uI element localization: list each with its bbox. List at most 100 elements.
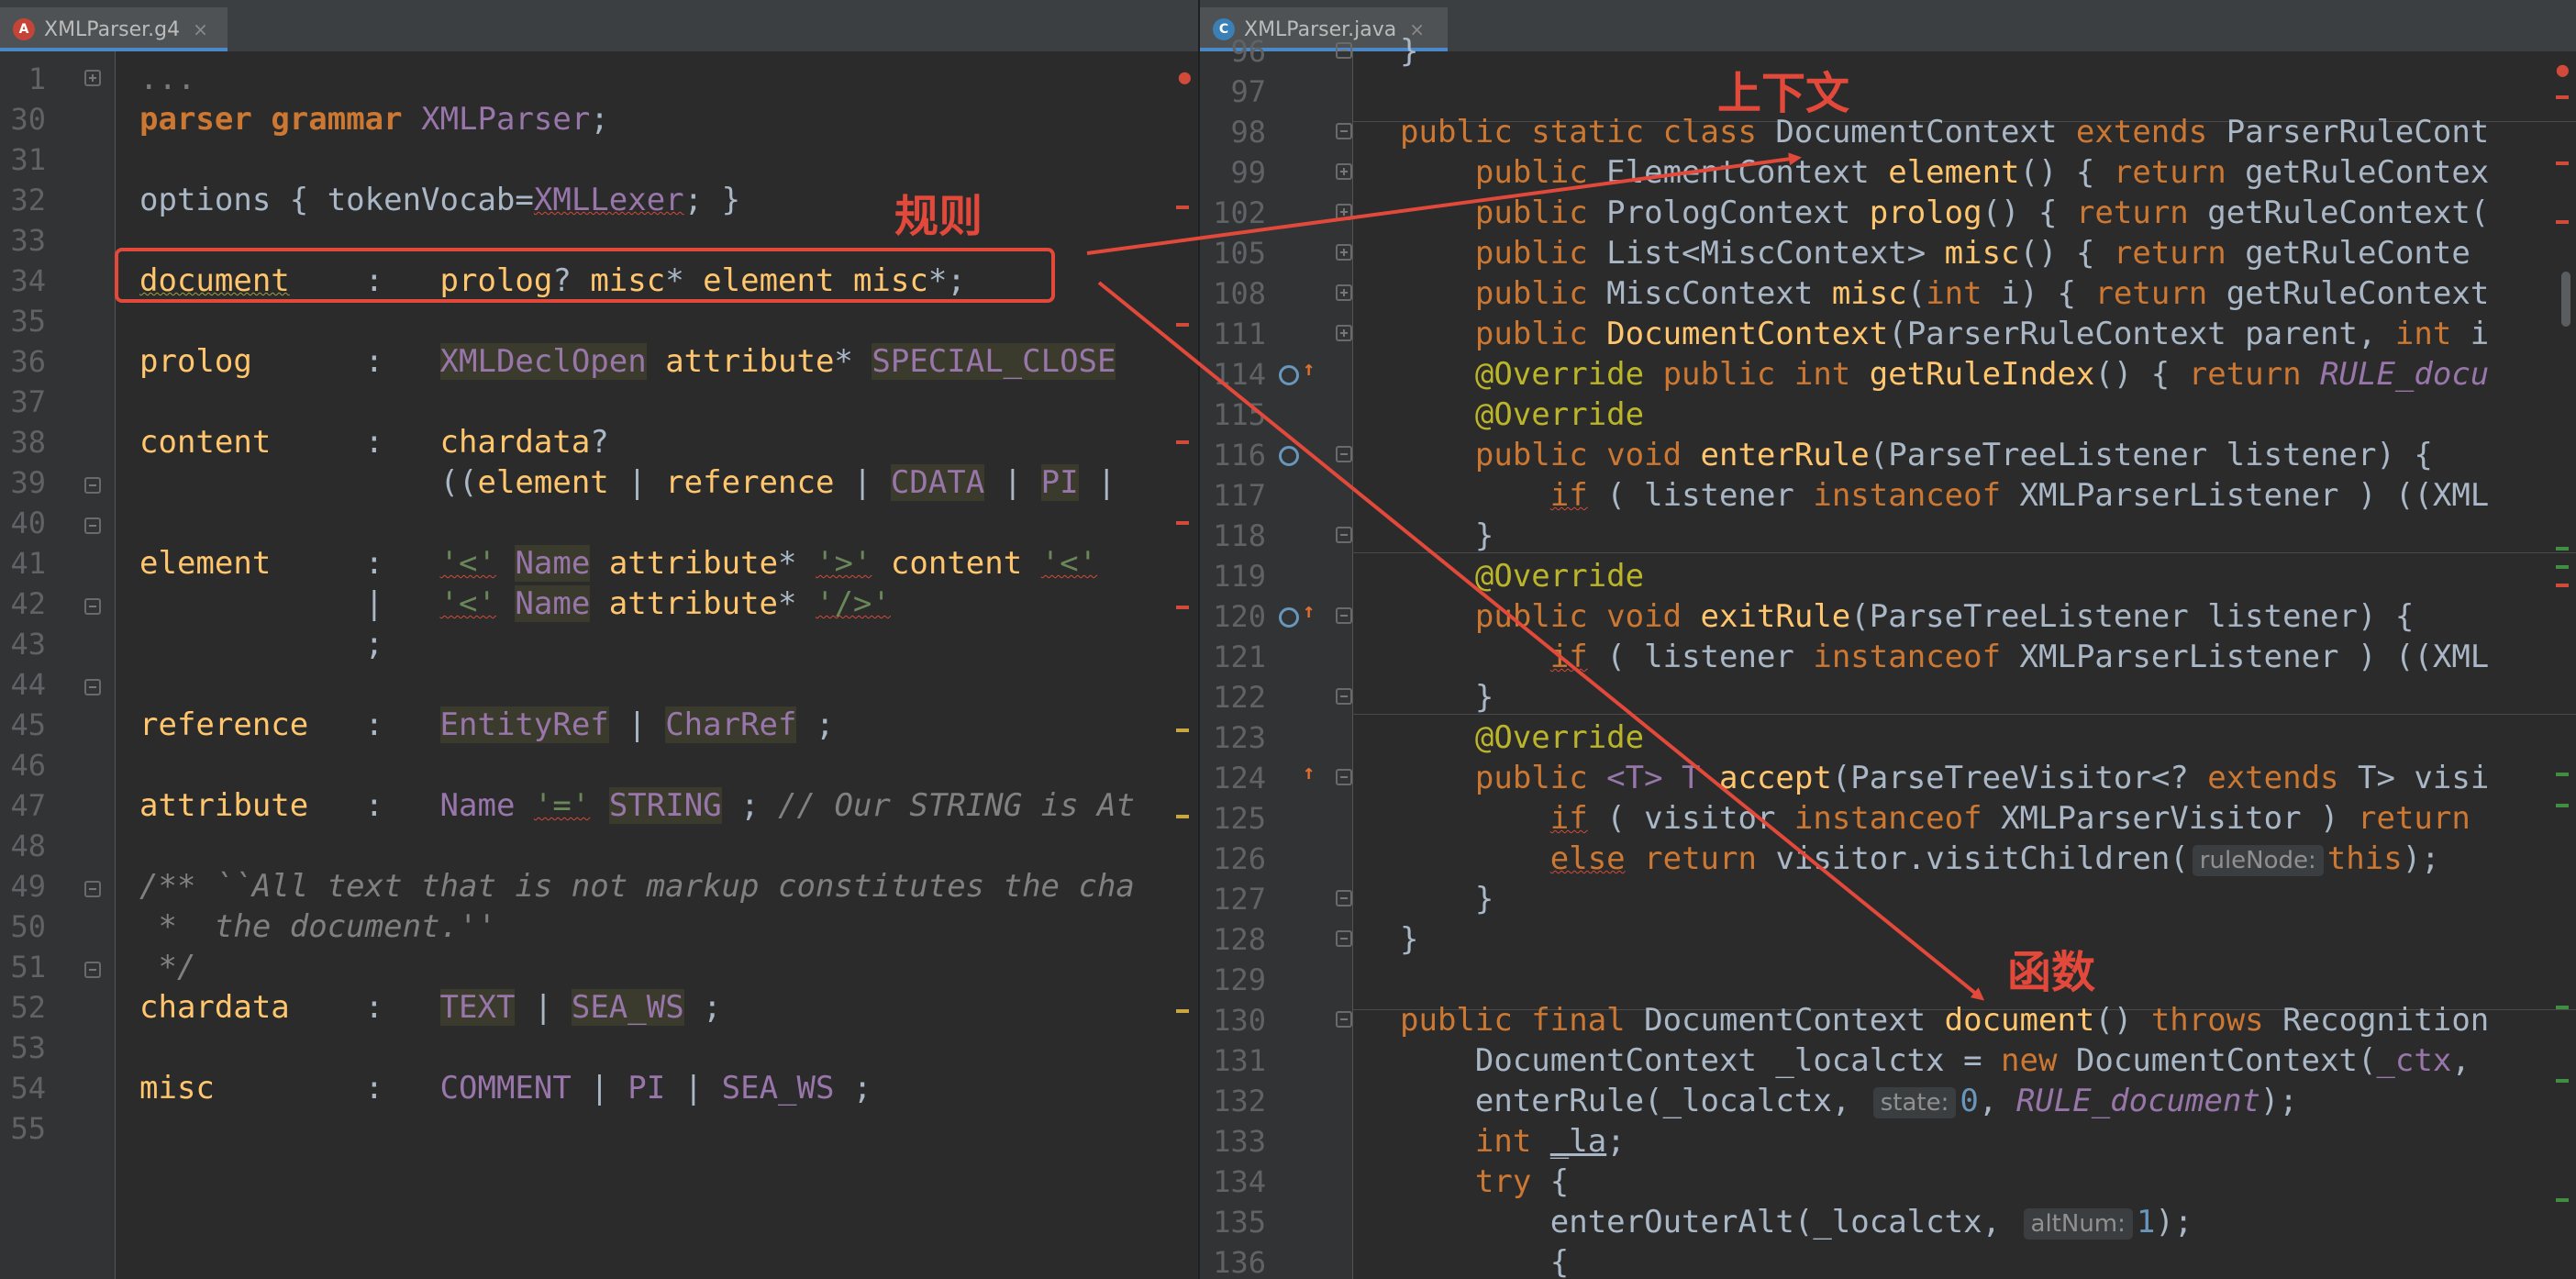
- punct: |: [834, 464, 891, 501]
- code-line-108: public MiscContext misc(int i) { return …: [1400, 273, 2489, 314]
- fold-end-icon[interactable]: [1336, 930, 1352, 947]
- error-stripe[interactable]: [2556, 220, 2569, 224]
- error-stripe[interactable]: [1176, 440, 1189, 444]
- code-line-39: ((element | reference | CDATA | PI |: [139, 462, 1116, 503]
- rule-name: attribute: [139, 787, 309, 824]
- line-number: 128: [1213, 922, 1266, 957]
- line-number: 124: [1213, 761, 1266, 795]
- line-number: 132: [1213, 1084, 1266, 1118]
- method-name: document: [1944, 1002, 2095, 1039]
- error-stripe[interactable]: [1176, 606, 1189, 609]
- right-editor-pane: C XMLParser.java × 96 97 98 99 102 105 1…: [1200, 7, 2576, 1279]
- close-icon[interactable]: ×: [193, 18, 208, 40]
- override-arrow-icon[interactable]: ↑: [1303, 762, 1315, 784]
- line-number: 105: [1213, 236, 1266, 271]
- error-stripe[interactable]: [2556, 95, 2569, 99]
- punct: ;: [139, 626, 384, 662]
- code-line-136: {: [1400, 1244, 1570, 1279]
- folded-region[interactable]: ...: [139, 61, 195, 97]
- line-number-gutter: 96 97 98 99 102 105 108 111 114 115 116 …: [1200, 34, 1353, 1279]
- code-line-102: public PrologContext prolog() { return g…: [1400, 193, 2489, 233]
- error-stripe[interactable]: [2556, 161, 2569, 165]
- java-editor[interactable]: 96 97 98 99 102 105 108 111 114 115 116 …: [1200, 33, 2576, 1279]
- fold-expand-icon[interactable]: [84, 70, 101, 86]
- constant: RULE_docu: [2320, 356, 2490, 393]
- keyword: return: [2075, 195, 2208, 231]
- code-line-49: /** ``All text that is not markup consti…: [139, 868, 1135, 905]
- fold-collapse-icon[interactable]: [1336, 1011, 1352, 1028]
- rule-ref: attribute: [608, 545, 779, 582]
- fold-expand-icon[interactable]: [1336, 204, 1352, 220]
- fold-end-icon[interactable]: [1336, 42, 1352, 59]
- change-stripe[interactable]: [2556, 1006, 2569, 1009]
- fold-collapse-icon[interactable]: [1336, 123, 1352, 139]
- method-name: exitRule: [1700, 598, 1851, 635]
- error-stripe[interactable]: [1176, 521, 1189, 525]
- token-ref: PI: [1040, 464, 1079, 501]
- line-number: 53: [10, 1030, 46, 1065]
- fold-collapse-icon[interactable]: [1336, 769, 1352, 785]
- line-number: 131: [1213, 1043, 1266, 1078]
- keyword: public: [1400, 154, 1607, 191]
- override-method-icon[interactable]: [1279, 365, 1299, 385]
- fold-collapse-icon[interactable]: [1336, 446, 1352, 462]
- error-stripe[interactable]: [2556, 584, 2569, 587]
- grammar-editor[interactable]: 1 30 31 32 33 34 35 36 37 38 39 40 41 42…: [0, 51, 1198, 1279]
- error-indicator-icon[interactable]: ●: [1179, 66, 1191, 89]
- expr: XMLParserListener ) ((XML: [2019, 639, 2490, 675]
- fold-expand-icon[interactable]: [1336, 244, 1352, 261]
- punct: *: [778, 545, 816, 582]
- change-stripe[interactable]: [2556, 565, 2569, 569]
- fold-collapse-icon[interactable]: [84, 517, 101, 534]
- punct: ;: [721, 787, 779, 824]
- tab-xmlparser-g4[interactable]: A XMLParser.g4 ×: [0, 7, 228, 51]
- warning-stripe[interactable]: [1176, 1009, 1189, 1013]
- change-stripe[interactable]: [2556, 547, 2569, 551]
- method-name: getRuleIndex: [1869, 356, 2095, 393]
- change-stripe[interactable]: [2556, 773, 2569, 776]
- line-number: 115: [1213, 397, 1266, 432]
- constant: RULE_document: [2015, 1083, 2260, 1119]
- change-stripe[interactable]: [2556, 804, 2569, 807]
- punct: [872, 545, 890, 582]
- fold-expand-icon[interactable]: [1336, 163, 1352, 180]
- fold-collapse-icon[interactable]: [84, 598, 101, 615]
- keyword: int: [1474, 1123, 1550, 1160]
- punct: |: [515, 989, 572, 1026]
- code-line-117: if ( listener instanceof XMLParserListen…: [1400, 475, 2490, 516]
- line-number: 36: [10, 344, 46, 379]
- error-stripe[interactable]: [1176, 323, 1189, 327]
- punct: *: [834, 343, 872, 380]
- code-line-1: ...: [139, 59, 195, 99]
- fold-collapse-icon[interactable]: [1336, 607, 1352, 624]
- error-indicator-icon[interactable]: ●: [2557, 59, 2569, 82]
- line-number: 136: [1213, 1245, 1266, 1279]
- fold-end-icon[interactable]: [1336, 527, 1352, 543]
- token-ref: SEA_WS: [571, 989, 684, 1026]
- fold-collapse-icon[interactable]: [84, 881, 101, 897]
- fold-expand-icon[interactable]: [1336, 284, 1352, 301]
- code-line-51: */: [139, 949, 196, 985]
- override-arrow-icon[interactable]: ↑: [1303, 358, 1315, 381]
- fold-collapse-icon[interactable]: [84, 477, 101, 494]
- fold-collapse-icon[interactable]: [84, 679, 101, 695]
- function-annotation-label: 函数: [2007, 947, 2096, 998]
- change-stripe[interactable]: [2556, 1079, 2569, 1083]
- error-stripe[interactable]: [1176, 206, 1189, 209]
- warning-stripe[interactable]: [1176, 815, 1189, 818]
- fold-collapse-icon[interactable]: [84, 962, 101, 978]
- number: 0: [1960, 1083, 1979, 1119]
- punct: [496, 585, 515, 622]
- override-method-icon[interactable]: [1279, 446, 1299, 466]
- scrollbar-thumb[interactable]: [2561, 272, 2570, 327]
- override-arrow-icon[interactable]: ↑: [1303, 600, 1315, 623]
- override-method-icon[interactable]: [1279, 607, 1299, 628]
- fold-end-icon[interactable]: [1336, 890, 1352, 906]
- fold-expand-icon[interactable]: [1336, 325, 1352, 341]
- warning-stripe[interactable]: [1176, 728, 1189, 732]
- fold-end-icon[interactable]: [1336, 688, 1352, 705]
- change-stripe[interactable]: [2556, 1198, 2569, 1202]
- punct: [590, 787, 608, 824]
